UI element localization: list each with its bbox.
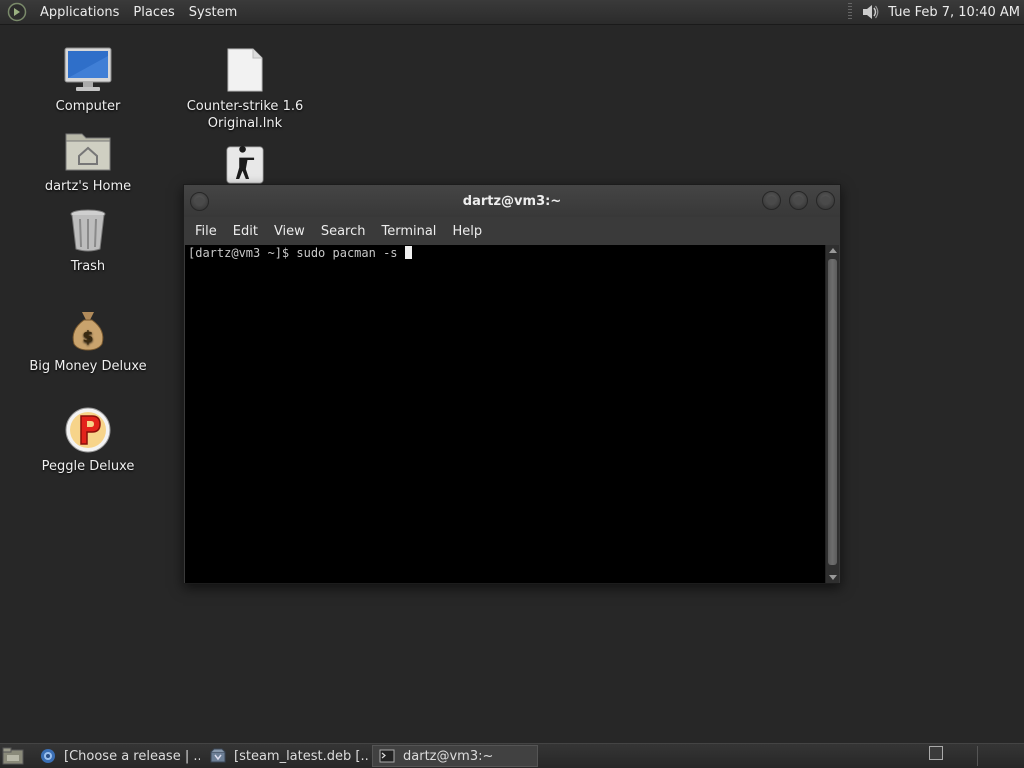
show-desktop-icon[interactable] [2,747,24,765]
gnome-foot-icon[interactable] [7,2,27,22]
menu-edit[interactable]: Edit [225,224,266,239]
desktop-icon-computer[interactable]: Computer [28,44,148,115]
terminal-menubar: File Edit View Search Terminal Help [184,217,840,245]
package-icon [210,748,226,763]
text-cursor [404,246,412,259]
taskbar-item-label: [Choose a release | ... [64,748,200,764]
taskbar-item-download[interactable]: [steam_latest.deb [... [204,745,368,767]
applications-menu[interactable]: Applications [33,5,126,20]
taskbar-item-terminal[interactable]: dartz@vm3:~ [372,745,538,767]
menu-file[interactable]: File [187,224,225,239]
terminal-prompt-line: [dartz@vm3 ~]$ sudo pacman -s [188,246,405,260]
computer-icon [64,47,112,91]
places-menu[interactable]: Places [126,5,181,20]
volume-icon[interactable] [860,2,880,22]
menu-terminal[interactable]: Terminal [373,224,444,239]
counter-strike-icon [226,146,264,184]
panel-tray: Tue Feb 7, 10:40 AM [848,0,1024,24]
desktop-icon-counter-strike[interactable] [185,146,305,184]
menu-view[interactable]: View [266,224,313,239]
desktop-icon-label: Big Money Deluxe [29,359,147,374]
panel-handle[interactable] [848,3,853,21]
file-icon [227,48,263,92]
close-button[interactable] [816,191,835,210]
window-titlebar[interactable]: dartz@vm3:~ [184,185,840,217]
window-title: dartz@vm3:~ [462,193,562,209]
desktop-icon-peggle[interactable]: Peggle Deluxe [28,404,148,475]
menu-help[interactable]: Help [444,224,490,239]
desktop-icon-label: Peggle Deluxe [41,459,135,474]
workspace-2[interactable] [977,746,978,766]
scroll-thumb[interactable] [828,259,837,565]
desktop-icon-label: Computer [55,99,121,114]
desktop-icon-home[interactable]: dartz's Home [28,124,148,195]
minimize-button[interactable] [762,191,781,210]
taskbar-item-label: [steam_latest.deb [... [234,748,368,764]
browser-icon [41,749,55,763]
scroll-up-arrow-icon[interactable] [828,248,837,253]
desktop-icon-trash[interactable]: Trash [28,204,148,275]
taskbar-item-browser[interactable]: [Choose a release | ... [34,745,200,767]
svg-text:$: $ [82,327,93,346]
maximize-button[interactable] [789,191,808,210]
terminal-icon [379,749,395,763]
desktop-icon-label: dartz's Home [44,179,132,194]
scroll-down-arrow-icon[interactable] [829,575,837,580]
desktop-icon-big-money[interactable]: $ Big Money Deluxe [28,304,148,375]
top-panel: Applications Places System Tue Feb 7, 10… [0,0,1024,25]
desktop-icon-label: Trash [70,259,106,274]
terminal-output[interactable]: [dartz@vm3 ~]$ sudo pacman -s [185,245,826,583]
bottom-panel: [Choose a release | ... [steam_latest.de… [0,743,1024,768]
window-controls [762,191,835,210]
terminal-scrollbar[interactable] [825,245,839,583]
money-bag-icon: $ [72,312,104,351]
workspace-1[interactable] [929,746,943,760]
window-menu-button[interactable] [190,192,209,211]
desktop-icon-counter-strike-lnk[interactable]: Counter-strike 1.6 Original.lnk [185,44,305,132]
workspace-switcher [929,746,1018,766]
clock[interactable]: Tue Feb 7, 10:40 AM [888,5,1020,20]
desktop-icon-label: Counter-strike 1.6 Original.lnk [186,99,304,131]
home-folder-icon [65,133,111,171]
peggle-icon [65,407,111,453]
trash-icon [70,209,106,252]
terminal-window: dartz@vm3:~ File Edit View Search Termin… [183,184,841,584]
system-menu[interactable]: System [182,5,244,20]
menu-search[interactable]: Search [313,224,374,239]
taskbar-item-label: dartz@vm3:~ [403,748,494,764]
